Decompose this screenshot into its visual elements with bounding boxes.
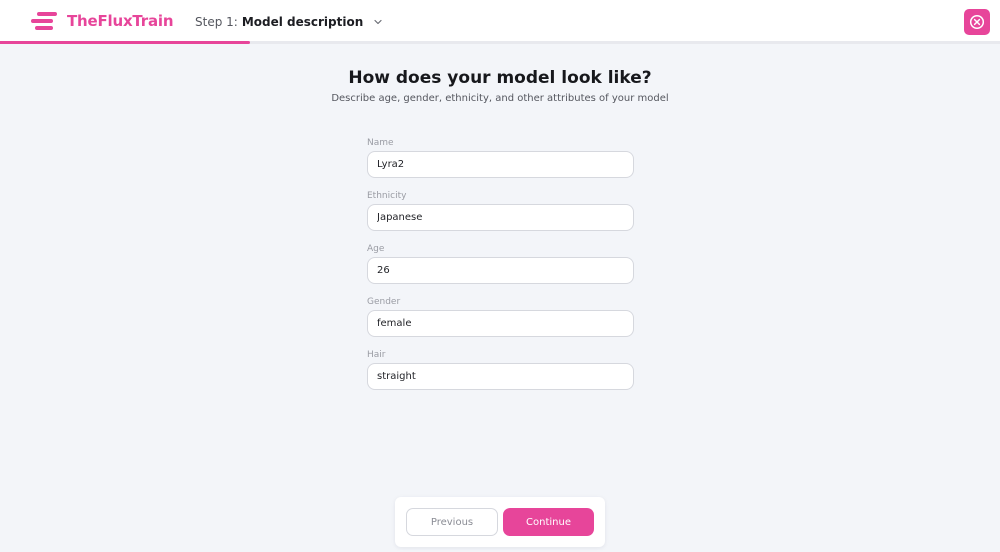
ethnicity-input[interactable] xyxy=(367,204,634,231)
step-selector[interactable]: Step 1: Model description xyxy=(195,15,383,29)
hair-field-group: Hair xyxy=(367,350,634,403)
gender-label: Gender xyxy=(367,297,401,307)
ethnicity-field-group: Ethnicity xyxy=(367,191,634,244)
ethnicity-label: Ethnicity xyxy=(367,191,407,201)
close-circle-icon xyxy=(969,14,985,30)
chevron-down-icon xyxy=(374,19,382,25)
name-input[interactable] xyxy=(367,151,634,178)
three-bars-logo-icon xyxy=(31,11,57,31)
step-number: Step 1: xyxy=(195,15,238,29)
brand-logo[interactable]: TheFluxTrain xyxy=(31,11,174,31)
gender-input[interactable] xyxy=(367,310,634,337)
brand-name: TheFluxTrain xyxy=(67,12,174,30)
hair-label: Hair xyxy=(367,350,386,360)
age-label: Age xyxy=(367,244,385,254)
continue-button[interactable]: Continue xyxy=(503,508,594,536)
age-field-group: Age xyxy=(367,244,634,297)
age-input[interactable] xyxy=(367,257,634,284)
name-field-group: Name xyxy=(367,138,634,191)
top-bar: TheFluxTrain Step 1: Model description xyxy=(0,0,1000,44)
progress-fill xyxy=(0,41,250,44)
progress-track xyxy=(0,41,1000,44)
page-subtitle: Describe age, gender, ethnicity, and oth… xyxy=(331,93,669,104)
wizard-footer: Previous Continue xyxy=(395,497,605,547)
model-form: Name Ethnicity Age Gender Hair xyxy=(367,138,634,403)
hair-input[interactable] xyxy=(367,363,634,390)
name-label: Name xyxy=(367,138,394,148)
previous-button[interactable]: Previous xyxy=(406,508,498,536)
page-title: How does your model look like? xyxy=(348,68,652,88)
gender-field-group: Gender xyxy=(367,297,634,350)
step-title: Model description xyxy=(241,15,364,29)
close-button[interactable] xyxy=(964,9,990,35)
